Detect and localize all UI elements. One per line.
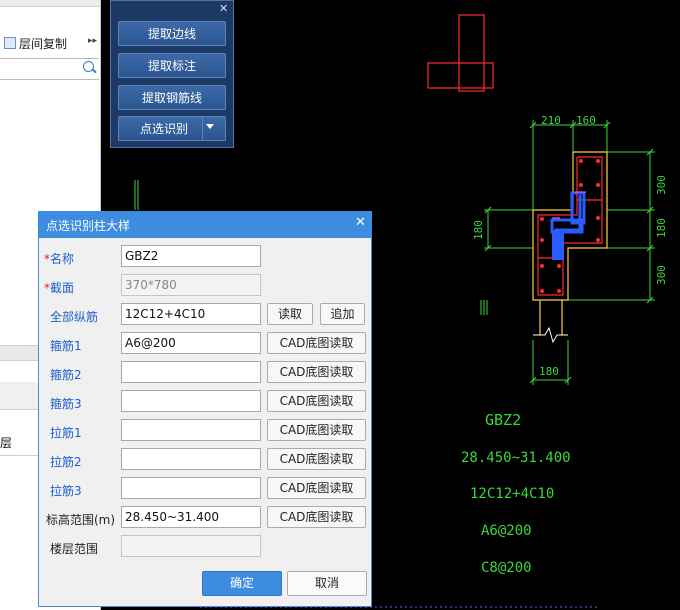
stirrup3-label: 箍筋3 (50, 397, 82, 411)
stirrup3-input[interactable] (121, 390, 261, 412)
tie2-cad-read-button[interactable]: CAD底图读取 (267, 448, 366, 470)
column-detail (484, 120, 655, 385)
stirrup1-cad-read-button[interactable]: CAD底图读取 (267, 332, 366, 354)
floor-range-input (121, 535, 261, 557)
section-input: 370*780 (121, 274, 261, 296)
dialog-title: 点选识别柱大样 (46, 219, 131, 233)
stirrup2-input[interactable] (121, 361, 261, 383)
cad-label-long-bars: 12C12+4C10 (470, 486, 554, 502)
cad-label-stirrup: A6@200 (481, 523, 532, 539)
dim-right-1: 300 (655, 175, 668, 195)
dim-left: 180 (472, 220, 485, 240)
floor-copy-label: 层间复制 (19, 36, 68, 51)
split-divider (202, 117, 203, 140)
ok-button[interactable]: 确定 (202, 571, 282, 596)
section-label: *截面 (44, 281, 75, 295)
stirrup1-label: 箍筋1 (50, 339, 82, 353)
extract-edge-button[interactable]: 提取边线 (118, 21, 226, 46)
column-outline-top (427, 14, 494, 92)
tie1-label: 拉筋1 (50, 426, 82, 440)
elevation-label: 标高范围(m) (46, 513, 116, 527)
cancel-button[interactable]: 取消 (287, 571, 367, 596)
all-long-bars-input[interactable]: 12C12+4C10 (121, 303, 261, 325)
read-button[interactable]: 读取 (267, 303, 313, 325)
tie2-input[interactable] (121, 448, 261, 470)
tie1-cad-read-button[interactable]: CAD底图读取 (267, 419, 366, 441)
append-button[interactable]: 追加 (320, 303, 365, 325)
cad-label-elevation: 28.450~31.400 (461, 450, 571, 466)
cad-label-name: GBZ2 (485, 411, 521, 429)
copy-icon (4, 37, 16, 49)
tie3-label: 拉筋3 (50, 484, 82, 498)
dim-right-3: 300 (655, 265, 668, 285)
stirrup2-cad-read-button[interactable]: CAD底图读取 (267, 361, 366, 383)
stirrup2-label: 箍筋2 (50, 368, 82, 382)
stirrup1-input[interactable]: A6@200 (121, 332, 261, 354)
extract-rebar-line-button[interactable]: 提取钢筋线 (118, 85, 226, 110)
tie1-input[interactable] (121, 419, 261, 441)
more-arrow-icon[interactable]: ▸▸ (88, 36, 97, 46)
cad-label-tie: C8@200 (481, 560, 532, 576)
dim-top-left: 210 (541, 114, 561, 127)
floor-range-label: 楼层范围 (50, 542, 99, 556)
left-panel-topbar (0, 0, 100, 7)
dim-right-2: 180 (655, 218, 668, 238)
chevron-down-icon[interactable] (206, 124, 214, 129)
tie3-cad-read-button[interactable]: CAD底图读取 (267, 477, 366, 499)
dim-bottom: 180 (539, 365, 559, 378)
name-label: *名称 (44, 252, 75, 266)
name-input[interactable]: GBZ2 (121, 245, 261, 267)
search-icon[interactable] (83, 61, 94, 72)
floor-copy-button[interactable]: 层间复制 (4, 34, 67, 52)
stirrup3-cad-read-button[interactable]: CAD底图读取 (267, 390, 366, 412)
tie3-input[interactable] (121, 477, 261, 499)
extract-annotation-button[interactable]: 提取标注 (118, 53, 226, 78)
elevation-cad-read-button[interactable]: CAD底图读取 (267, 506, 366, 528)
dim-top-right: 160 (576, 114, 596, 127)
elevation-input[interactable]: 28.450~31.400 (121, 506, 261, 528)
tie2-label: 拉筋2 (50, 455, 82, 469)
close-icon[interactable]: ✕ (219, 2, 228, 15)
close-icon[interactable]: ✕ (355, 215, 366, 230)
floor-list-item[interactable]: 层 (0, 434, 12, 451)
all-long-bars-label: 全部纵筋 (50, 310, 99, 324)
